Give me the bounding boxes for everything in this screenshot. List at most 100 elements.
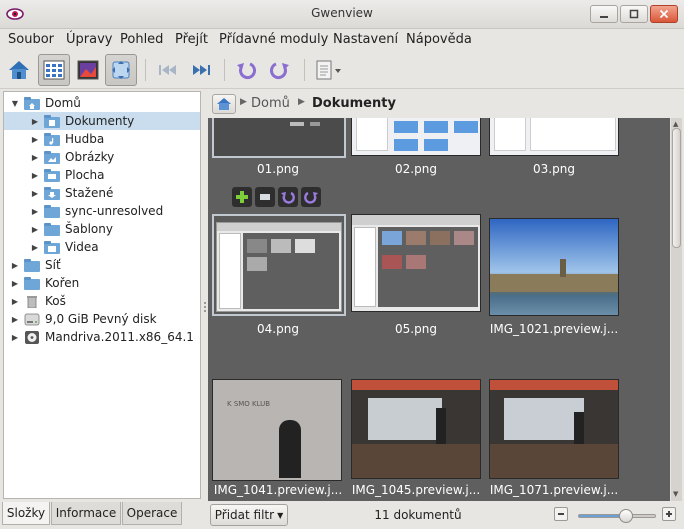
- tree-item-sync-unresolved[interactable]: ▶ sync-unresolved: [4, 202, 200, 220]
- scrollbar-thumb[interactable]: [672, 128, 681, 248]
- breadcrumb-item-domu[interactable]: Domů: [251, 96, 290, 111]
- tree-item-label: Hudba: [65, 132, 105, 146]
- thumbnail-image[interactable]: [489, 118, 619, 156]
- tree-item-hard-disk[interactable]: ▶ 9,0 GiB Pevný disk: [4, 310, 200, 328]
- collapsed-arrow-icon[interactable]: ▶: [30, 153, 40, 162]
- menu-prejit[interactable]: Přejít: [175, 32, 208, 47]
- tree-item-hudba[interactable]: ▶ Hudba: [4, 130, 200, 148]
- trash-icon: [27, 295, 37, 308]
- menu-pohled[interactable]: Pohled: [120, 32, 163, 47]
- tree-item-sit[interactable]: ▶ Síť: [4, 256, 200, 274]
- last-image-button[interactable]: [185, 54, 217, 86]
- thumbnail-image[interactable]: [489, 379, 619, 479]
- more-actions-button[interactable]: [310, 54, 346, 86]
- tree-item-stazene[interactable]: ▶ Stažené: [4, 184, 200, 202]
- zoom-out-button[interactable]: [554, 507, 568, 521]
- collapsed-arrow-icon[interactable]: ▶: [30, 207, 40, 216]
- thumbnail-image[interactable]: [212, 118, 346, 158]
- minus-icon: [558, 513, 564, 515]
- tree-item-koren[interactable]: ▶ Kořen: [4, 274, 200, 292]
- scroll-down-arrow-icon[interactable]: ▼: [673, 490, 678, 498]
- tree-item-domu[interactable]: ▼ Domů: [4, 94, 200, 112]
- sidebar-tabs: Složky Informace Operace: [0, 500, 204, 527]
- collapsed-arrow-icon[interactable]: ▶: [30, 225, 40, 234]
- tab-slozky[interactable]: Složky: [2, 502, 50, 525]
- breadcrumb-item-dokumenty[interactable]: Dokumenty: [312, 96, 396, 111]
- collapsed-arrow-icon[interactable]: ▶: [10, 297, 20, 306]
- downloads-folder-icon: [44, 186, 60, 200]
- tree-item-label: Plocha: [65, 168, 105, 182]
- collapsed-arrow-icon[interactable]: ▶: [10, 279, 20, 288]
- maximize-button[interactable]: [620, 5, 648, 23]
- minimize-button[interactable]: [590, 5, 618, 23]
- tree-item-mandriva[interactable]: ▶ Mandriva.2011.x86_64.1: [4, 328, 200, 346]
- view-mode-button[interactable]: [72, 54, 104, 86]
- breadcrumb-home-button[interactable]: [212, 94, 236, 114]
- sidebar-splitter-handle[interactable]: [203, 300, 207, 316]
- menu-pridavne-moduly[interactable]: Přídavné moduly: [219, 32, 328, 47]
- rotate-right-button[interactable]: [264, 54, 296, 86]
- menu-upravy[interactable]: Úpravy: [66, 32, 112, 47]
- tab-operace[interactable]: Operace: [122, 502, 182, 525]
- music-folder-icon: [44, 132, 60, 146]
- tree-item-sablony[interactable]: ▶ Šablony: [4, 220, 200, 238]
- thumbnail-caption: IMG_1041.preview.j...: [213, 483, 343, 497]
- tree-item-dokumenty[interactable]: ▶ Dokumenty: [4, 112, 200, 130]
- scroll-up-arrow-icon[interactable]: ▲: [673, 120, 678, 128]
- menu-soubor[interactable]: Soubor: [8, 32, 54, 47]
- document-count: 11 dokumentů: [374, 508, 462, 522]
- expanded-arrow-icon[interactable]: ▼: [10, 99, 20, 108]
- tab-informace[interactable]: Informace: [51, 502, 121, 525]
- zoom-slider[interactable]: [578, 509, 656, 523]
- fullscreen-button[interactable]: [105, 54, 137, 86]
- minimize-icon: [600, 16, 608, 18]
- thumbnail-image[interactable]: [489, 218, 619, 316]
- image-view-icon: [77, 60, 99, 80]
- collapsed-arrow-icon[interactable]: ▶: [30, 135, 40, 144]
- rotate-right-icon: [269, 62, 289, 80]
- rotate-right-thumb-button[interactable]: [301, 187, 321, 207]
- add-filter-button[interactable]: Přidat filtr ▼: [210, 504, 288, 526]
- plus-icon: [236, 191, 248, 203]
- collapsed-arrow-icon[interactable]: ▶: [10, 333, 20, 342]
- select-button[interactable]: [232, 187, 252, 207]
- home-icon: [9, 61, 29, 79]
- collapsed-arrow-icon[interactable]: ▶: [30, 171, 40, 180]
- thumbnail-image[interactable]: [212, 214, 346, 316]
- thumbnail-image[interactable]: [351, 118, 481, 156]
- rotate-left-button[interactable]: [230, 54, 262, 86]
- thumbnail-caption: 01.png: [257, 162, 299, 176]
- thumbnail-image[interactable]: [351, 379, 481, 479]
- thumbnail-view[interactable]: 01.png 02.png 03.png 04.png 05.png IMG_1…: [208, 118, 670, 501]
- tree-item-plocha[interactable]: ▶ Plocha: [4, 166, 200, 184]
- add-filter-label: Přidat filtr: [214, 508, 275, 522]
- close-button[interactable]: [650, 5, 678, 23]
- tree-item-obrazky[interactable]: ▶ Obrázky: [4, 148, 200, 166]
- collapsed-arrow-icon[interactable]: ▶: [10, 315, 20, 324]
- fullscreen-preview-button[interactable]: [255, 187, 275, 207]
- first-image-button[interactable]: [152, 54, 184, 86]
- menu-nastaveni[interactable]: Nastavení: [333, 32, 398, 47]
- browse-mode-button[interactable]: [38, 54, 70, 86]
- thumbnail-action-bar: [232, 187, 321, 209]
- collapsed-arrow-icon[interactable]: ▶: [30, 189, 40, 198]
- vertical-scrollbar[interactable]: ▲ ▼: [671, 118, 682, 501]
- collapsed-arrow-icon[interactable]: ▶: [10, 261, 20, 270]
- rotate-right-icon: [304, 191, 318, 204]
- thumbnail-caption: 03.png: [533, 162, 575, 176]
- home-button[interactable]: [3, 54, 35, 86]
- rotate-left-thumb-button[interactable]: [278, 187, 298, 207]
- tree-item-kos[interactable]: ▶ Koš: [4, 292, 200, 310]
- thumbnail-image[interactable]: K SMO KLUB: [212, 379, 342, 481]
- zoom-slider-handle[interactable]: [618, 509, 633, 523]
- menu-napoveda[interactable]: Nápověda: [406, 32, 472, 47]
- tree-item-videa[interactable]: ▶ Videa: [4, 238, 200, 256]
- thumbnail-image[interactable]: [351, 214, 481, 312]
- rotate-left-icon: [281, 191, 295, 204]
- thumbnail-grid-icon: [43, 60, 65, 80]
- tree-item-label: Síť: [45, 258, 61, 272]
- collapsed-arrow-icon[interactable]: ▶: [30, 243, 40, 252]
- optical-disc-icon: [25, 330, 39, 344]
- collapsed-arrow-icon[interactable]: ▶: [30, 117, 40, 126]
- zoom-in-button[interactable]: [662, 507, 676, 521]
